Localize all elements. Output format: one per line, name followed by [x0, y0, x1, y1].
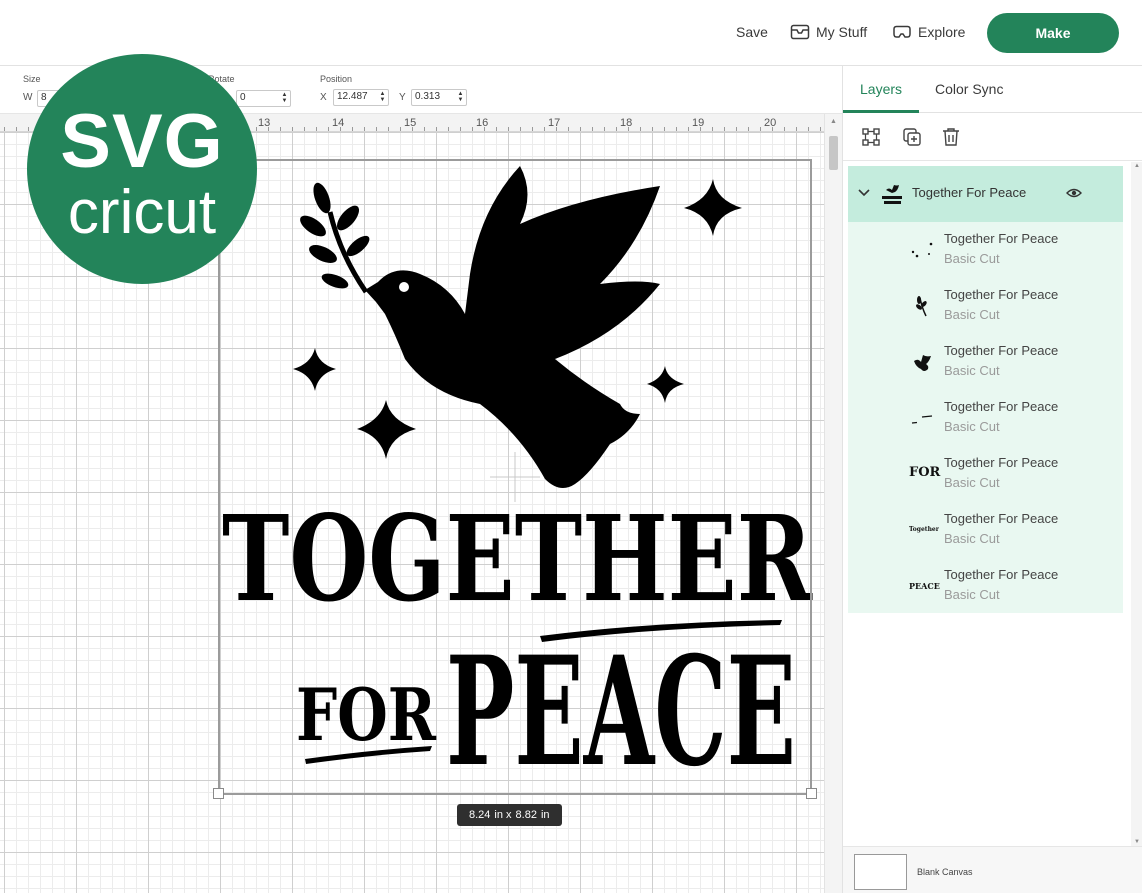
- tab-layers[interactable]: Layers: [860, 81, 902, 97]
- layer-operation: Basic Cut: [944, 475, 1000, 490]
- scroll-up-icon[interactable]: ▲: [830, 118, 837, 125]
- layers-list: Together For Peace Together For Peace Ba…: [843, 162, 1131, 846]
- y-position-value: 0.313: [415, 91, 441, 102]
- group-name: Together For Peace: [912, 185, 1027, 200]
- layer-operation: Basic Cut: [944, 363, 1000, 378]
- my-stuff-button[interactable]: My Stuff: [790, 24, 867, 40]
- trash-icon[interactable]: [940, 126, 962, 148]
- dove-thumb-icon: [914, 355, 931, 371]
- layer-operation: Basic Cut: [944, 531, 1000, 546]
- layer-name: Together For Peace: [944, 567, 1059, 582]
- y-stepper-icon[interactable]: ▲ ▼: [456, 91, 465, 104]
- layer-row[interactable]: Together For Peace Basic Cut: [848, 278, 1123, 334]
- panel-scroll-up-icon[interactable]: ▲: [1134, 163, 1140, 169]
- duplicate-icon[interactable]: [901, 126, 923, 148]
- layer-name: Together For Peace: [944, 455, 1059, 470]
- top-bar: Save My Stuff Explore Make: [0, 0, 1142, 66]
- panel-scrollbar[interactable]: ▲ ▼: [1131, 162, 1142, 846]
- my-stuff-label: My Stuff: [816, 24, 868, 40]
- scroll-thumb[interactable]: [829, 136, 838, 170]
- y-axis-label: Y: [399, 92, 406, 103]
- x-axis-label: X: [320, 92, 327, 103]
- position-label: Position: [320, 74, 353, 84]
- svg-cricut-badge: SVG cricut: [27, 54, 257, 284]
- make-button[interactable]: Make: [987, 13, 1119, 53]
- layer-operation: Basic Cut: [944, 587, 1000, 602]
- eye-icon[interactable]: [1066, 187, 1082, 199]
- branch-thumb-icon: [916, 296, 927, 317]
- layer-name: Together For Peace: [944, 287, 1059, 302]
- resize-handle-bottom-left[interactable]: [213, 788, 224, 799]
- together-thumb: Together: [909, 526, 939, 533]
- explore-icon: [893, 25, 911, 38]
- rotate-value: 0: [240, 92, 246, 103]
- rotate-stepper-icon[interactable]: ▲ ▼: [280, 92, 289, 105]
- width-axis-label: W: [23, 92, 33, 103]
- panel-scroll-down-icon[interactable]: ▼: [1134, 839, 1140, 845]
- layer-children: Together For Peace Basic Cut Together Fo…: [848, 222, 1123, 613]
- layer-name: Together For Peace: [944, 231, 1059, 246]
- badge-svg-text: SVG: [60, 99, 224, 184]
- explore-label: Explore: [918, 24, 966, 40]
- lines-thumb-icon: [911, 415, 933, 424]
- canvas-vertical-scrollbar[interactable]: ▲: [824, 114, 842, 893]
- size-label: Size: [23, 74, 41, 84]
- for-thumb: FOR: [909, 465, 941, 480]
- tab-color-sync[interactable]: Color Sync: [935, 81, 1003, 97]
- layer-operation: Basic Cut: [944, 419, 1000, 434]
- size-height: 8.82: [515, 809, 537, 821]
- panel-tabs: Layers Color Sync: [843, 66, 1142, 113]
- layer-tools: [843, 113, 1142, 161]
- y-position-input[interactable]: 0.313 ▲ ▼: [411, 89, 467, 106]
- width-value: 8: [41, 92, 47, 103]
- make-label: Make: [1035, 25, 1071, 41]
- selection-box[interactable]: [218, 159, 812, 795]
- blank-canvas-bar: Blank Canvas: [843, 846, 1142, 893]
- inbox-icon: [790, 24, 810, 40]
- layer-row[interactable]: FOR Together For Peace Basic Cut: [848, 446, 1123, 502]
- dove-logo-thumb-icon: [882, 185, 902, 204]
- layers-panel: Layers Color Sync Together For Peace Tog…: [842, 66, 1142, 893]
- layer-name: Together For Peace: [944, 343, 1059, 358]
- group-icon[interactable]: [860, 126, 882, 148]
- save-button[interactable]: Save: [736, 24, 768, 40]
- layer-group-row[interactable]: Together For Peace: [848, 166, 1123, 222]
- blank-canvas-swatch[interactable]: [854, 854, 907, 890]
- peace-thumb: PEACE: [909, 581, 940, 591]
- size-width-unit: in x: [494, 809, 512, 821]
- layer-operation: Basic Cut: [944, 307, 1000, 322]
- layer-name: Together For Peace: [944, 399, 1059, 414]
- layer-row[interactable]: Together Together For Peace Basic Cut: [848, 502, 1123, 558]
- explore-button[interactable]: Explore: [892, 24, 965, 40]
- x-position-value: 12.487: [337, 91, 368, 102]
- layer-row[interactable]: Together For Peace Basic Cut: [848, 222, 1123, 278]
- size-indicator: 8.24 in x 8.82 in: [457, 804, 562, 826]
- x-position-input[interactable]: 12.487 ▲ ▼: [333, 89, 389, 106]
- layer-row[interactable]: Together For Peace Basic Cut: [848, 390, 1123, 446]
- layer-row[interactable]: PEACE Together For Peace Basic Cut: [848, 558, 1123, 614]
- x-stepper-icon[interactable]: ▲ ▼: [378, 91, 387, 104]
- save-label: Save: [736, 24, 768, 40]
- layer-operation: Basic Cut: [944, 251, 1000, 266]
- layer-name: Together For Peace: [944, 511, 1059, 526]
- badge-cricut-text: cricut: [67, 178, 217, 247]
- resize-handle-bottom-right[interactable]: [806, 788, 817, 799]
- size-width: 8.24: [469, 809, 491, 821]
- size-height-unit: in: [540, 809, 550, 821]
- chevron-down-icon[interactable]: [858, 189, 870, 197]
- sparkles-thumb-icon: [911, 242, 933, 258]
- blank-canvas-label: Blank Canvas: [917, 867, 973, 877]
- layer-row[interactable]: Together For Peace Basic Cut: [848, 334, 1123, 390]
